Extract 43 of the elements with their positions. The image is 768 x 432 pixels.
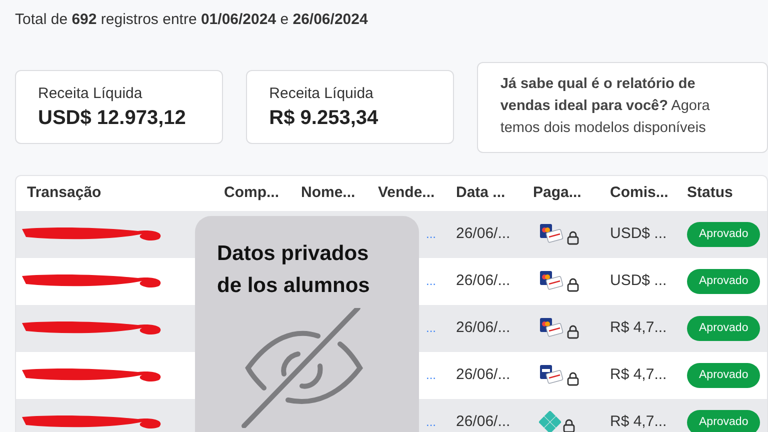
- date-cell: 26/06/...: [456, 318, 510, 336]
- commission-cell: R$ 4,7...: [610, 366, 667, 383]
- column-header[interactable]: Comis...: [610, 182, 687, 204]
- status-badge: Aprovado: [687, 362, 760, 388]
- column-header[interactable]: Status: [687, 182, 768, 204]
- lock-icon: [567, 325, 579, 339]
- date-cell: 26/06/...: [456, 272, 510, 289]
- status-badge: Aprovado: [687, 268, 760, 294]
- column-header[interactable]: Transação: [16, 182, 224, 204]
- credit-card-icon: [539, 364, 565, 386]
- date-cell: 26/06/...: [456, 224, 510, 242]
- status-badge: Aprovado: [687, 410, 760, 432]
- credit-card-icon: [539, 223, 565, 245]
- credit-card-icon: [539, 317, 565, 339]
- overlay-text: Datos privados de los alumnos: [217, 241, 371, 299]
- eye-slash-icon: [240, 308, 366, 428]
- summary-text: Total de 692 registros entre 01/06/2024 e 26/06/2024: [15, 11, 368, 28]
- promo-text: Já sabe qual é o relatório de vendas ideal para você? Agora temos dois modelos disponíveis: [500, 74, 711, 138]
- column-header[interactable]: Vende...: [378, 182, 456, 204]
- card-label: Receita Líquida: [269, 84, 374, 104]
- date-cell: 26/06/...: [456, 412, 510, 430]
- diamond-icon: [539, 411, 561, 432]
- column-header[interactable]: Comp...: [224, 182, 301, 204]
- card-value: R$ 9.253,34: [269, 106, 380, 131]
- seller-link[interactable]: ...: [426, 366, 436, 384]
- lock-icon: [567, 278, 579, 292]
- commission-cell: USD$ ...: [610, 224, 667, 242]
- date-cell: 26/06/...: [456, 366, 510, 383]
- column-header[interactable]: Paga...: [533, 182, 610, 204]
- commission-cell: R$ 4,7...: [610, 412, 667, 430]
- lock-icon: [567, 372, 579, 386]
- lock-icon: [563, 419, 575, 432]
- column-header[interactable]: Data ...: [456, 182, 533, 204]
- status-badge: Aprovado: [687, 222, 760, 248]
- commission-cell: USD$ ...: [610, 272, 667, 289]
- seller-link[interactable]: ...: [426, 272, 436, 290]
- status-badge: Aprovado: [687, 316, 760, 342]
- commission-cell: R$ 4,7...: [610, 318, 667, 336]
- card-label: Receita Líquida: [38, 84, 144, 104]
- lock-icon: [567, 231, 579, 245]
- card-value: USD$ 12.973,12: [38, 106, 187, 131]
- column-header[interactable]: Nome...: [301, 182, 378, 204]
- credit-card-icon: [539, 270, 565, 292]
